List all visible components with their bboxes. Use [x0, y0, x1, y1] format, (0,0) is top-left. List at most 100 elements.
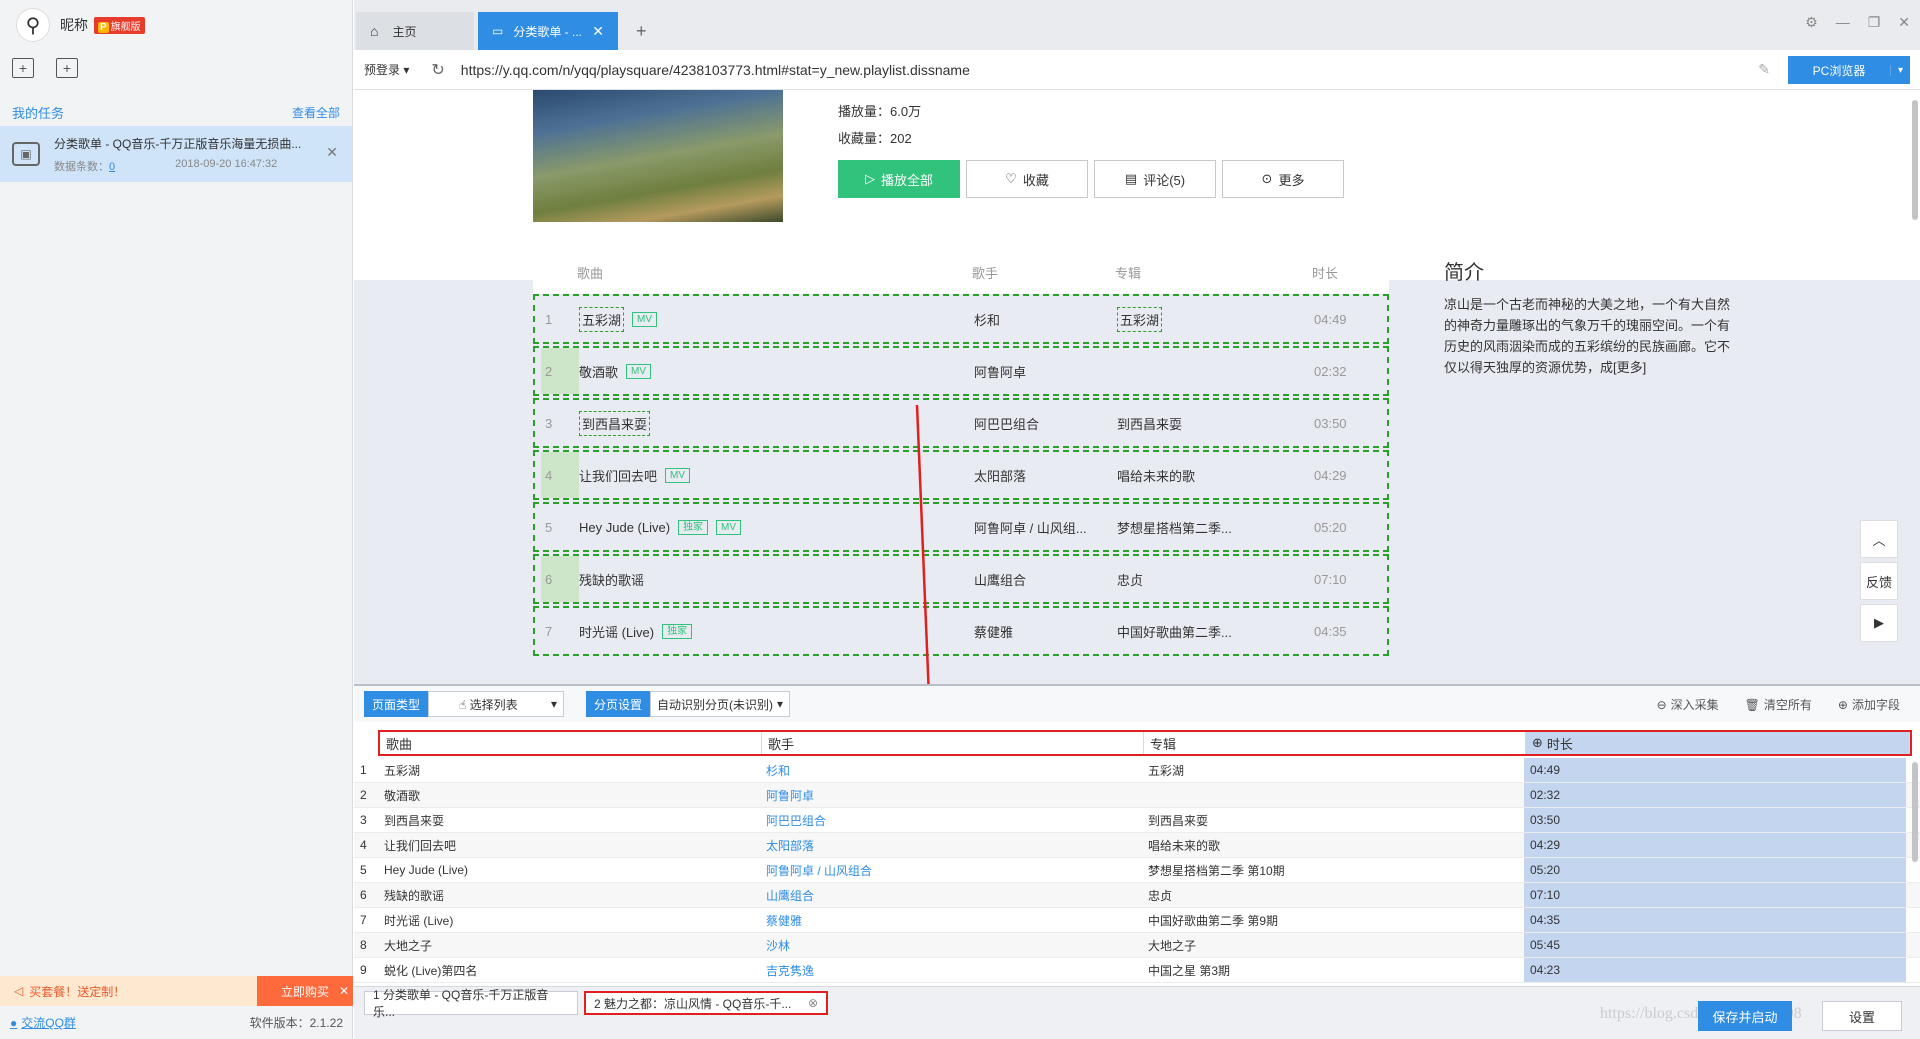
new-folder-icon[interactable]: + [56, 58, 78, 78]
back-to-top-icon[interactable]: ︿ [1860, 520, 1898, 558]
task-item[interactable]: ▣ 分类歌单 - QQ音乐-千万正版音乐海量无损曲... 数据条数：0 2018… [0, 126, 352, 182]
song-album-text[interactable]: 五彩湖 [1117, 306, 1163, 332]
table-row[interactable]: 4 让我们回去吧 太阳部落 唱给未来的歌 04:29 [354, 833, 1920, 858]
grid-cell-singer[interactable]: 吉克隽逸 [760, 958, 1142, 982]
song-row[interactable]: 1 五彩湖 MV 杉和 五彩湖 04:49 [533, 294, 1389, 344]
song-tag[interactable]: 独家 [662, 623, 693, 639]
song-name[interactable]: 五彩湖 [579, 306, 625, 332]
grid-cell-singer[interactable]: 沙林 [760, 933, 1142, 957]
table-row[interactable]: 8 大地之子 沙林 大地之子 05:45 [354, 933, 1920, 958]
table-row[interactable]: 6 残缺的歌谣 山鹰组合 忠贞 07:10 [354, 883, 1920, 908]
view-all-link[interactable]: 查看全部 [292, 104, 340, 121]
grid-cell-singer[interactable]: 蔡健雅 [760, 908, 1142, 932]
song-row[interactable]: 4 让我们回去吧 MV 太阳部落 唱给未来的歌 04:29 [533, 450, 1389, 500]
song-name[interactable]: 残缺的歌谣 [579, 570, 644, 589]
grid-col-album[interactable]: 专辑 [1144, 732, 1526, 754]
close-window-icon[interactable]: ✕ [1898, 14, 1910, 31]
grid-col-duration[interactable]: ⊕ 时长 [1526, 732, 1910, 754]
chevron-down-icon[interactable]: ▾ [1890, 64, 1910, 76]
reload-icon[interactable]: ↻ [431, 60, 444, 80]
song-tag[interactable]: 独家 [678, 519, 709, 535]
tab-home[interactable]: ⌂ 主页 [356, 12, 474, 50]
clear-all-button[interactable]: 🗑 清空所有 [1745, 696, 1812, 713]
task-name[interactable]: 分类歌单 - QQ音乐-千万正版音乐海量无损曲... [54, 135, 304, 152]
song-album-text[interactable]: 唱给未来的歌 [1117, 466, 1195, 485]
grid-col-singer[interactable]: 歌手 [762, 732, 1144, 754]
play-box-icon[interactable]: ▶ [1860, 604, 1898, 642]
pc-browser-button[interactable]: PC浏览器 ▾ [1788, 56, 1910, 84]
song-singer[interactable]: 蔡健雅 [974, 608, 1013, 654]
deep-collect-button[interactable]: ⊖ 深入采集 [1657, 696, 1719, 713]
song-row[interactable]: 3 到西昌来耍 阿巴巴组合 到西昌来耍 03:50 [533, 398, 1389, 448]
feedback-button[interactable]: 反馈 [1860, 562, 1898, 600]
song-tag[interactable]: MV [716, 519, 742, 535]
song-album-text[interactable]: 忠贞 [1117, 570, 1143, 589]
restore-icon[interactable]: ❐ [1868, 14, 1881, 31]
new-tab-button[interactable]: + [622, 12, 652, 50]
grid-cell-singer[interactable]: 阿鲁阿卓 [760, 783, 1142, 807]
song-name[interactable]: 到西昌来耍 [579, 410, 651, 436]
add-field-button[interactable]: ⊕ 添加字段 [1838, 696, 1900, 713]
save-and-start-button[interactable]: 保存并启动 [1698, 1001, 1792, 1031]
song-album-text[interactable]: 梦想星搭档第二季... [1117, 518, 1232, 537]
song-singer[interactable]: 阿巴巴组合 [974, 400, 1039, 446]
close-icon[interactable]: ✕ [326, 144, 338, 161]
grid-cell-singer[interactable]: 太阳部落 [760, 833, 1142, 857]
table-row[interactable]: 7 时光谣 (Live) 蔡健雅 中国好歌曲第二季 第9期 04:35 [354, 908, 1920, 933]
close-icon[interactable]: ✕ [339, 984, 349, 998]
table-row[interactable]: 9 蜕化 (Live)第四名 吉克隽逸 中国之星 第3期 04:23 [354, 958, 1920, 983]
play-all-button[interactable]: ▷ 播放全部 [838, 160, 960, 198]
page-scrollbar[interactable] [1912, 100, 1918, 220]
new-task-icon[interactable]: + [12, 58, 34, 78]
minimize-icon[interactable]: — [1836, 14, 1850, 31]
song-album-text[interactable]: 中国好歌曲第二季... [1117, 622, 1232, 641]
table-row[interactable]: 1 五彩湖 杉和 五彩湖 04:49 [354, 758, 1920, 783]
song-name[interactable]: 让我们回去吧 [579, 466, 657, 485]
nickname[interactable]: 昵称 [60, 15, 88, 35]
song-singer[interactable]: 山鹰组合 [974, 556, 1026, 602]
grid-cell-singer[interactable]: 阿鲁阿卓 / 山风组合 [760, 858, 1142, 882]
settings-button[interactable]: 设置 [1822, 1001, 1902, 1031]
more-button[interactable]: ⊙ 更多 [1222, 160, 1344, 198]
song-singer[interactable]: 阿鲁阿卓 [974, 348, 1026, 394]
song-tag[interactable]: MV [632, 311, 658, 327]
grid-col-song[interactable]: 歌曲 [380, 732, 762, 754]
song-row[interactable]: 6 残缺的歌谣 山鹰组合 忠贞 07:10 [533, 554, 1389, 604]
page-tab-1[interactable]: 1 分类歌单 - QQ音乐-千万正版音乐... [364, 988, 578, 1019]
song-album-text[interactable]: 到西昌来耍 [1117, 414, 1182, 433]
song-row[interactable]: 7 时光谣 (Live) 独家 蔡健雅 中国好歌曲第二季... 04:35 [533, 606, 1389, 656]
song-tag[interactable]: MV [626, 363, 652, 379]
task-count-value[interactable]: 0 [109, 161, 115, 173]
settings-gear-icon[interactable]: ⚙ [1805, 14, 1818, 31]
edit-icon[interactable]: ✎ [1758, 61, 1770, 78]
page-tab-2[interactable]: 2 魅力之都：凉山风情 - QQ音乐-千... ⊗ [584, 991, 828, 1015]
song-row[interactable]: 5 Hey Jude (Live) 独家 MV 阿鲁阿卓 / 山风组... 梦想星搭档第二… [533, 502, 1389, 552]
grid-cell-singer[interactable]: 阿巴巴组合 [760, 808, 1142, 832]
comment-button[interactable]: ▤ 评论(5) [1094, 160, 1216, 198]
close-icon[interactable]: ✕ [592, 23, 604, 40]
song-singer[interactable]: 阿鲁阿卓 / 山风组... [974, 504, 1087, 550]
page-type-select[interactable]: ☝ 选择列表 ▾ [428, 691, 565, 717]
song-row[interactable]: 2 敬酒歌 MV 阿鲁阿卓 02:32 [533, 346, 1389, 396]
tab-active[interactable]: ▭ 分类歌单 - ... ✕ [478, 12, 618, 50]
close-icon[interactable]: ⊗ [808, 996, 818, 1010]
song-singer[interactable]: 太阳部落 [974, 452, 1026, 498]
song-name[interactable]: Hey Jude (Live) [579, 520, 670, 535]
paging-select[interactable]: 自动识别分页(未识别) ▾ [650, 691, 791, 717]
table-row[interactable]: 2 敬酒歌 阿鲁阿卓 02:32 [354, 783, 1920, 808]
grid-cell-singer[interactable]: 山鹰组合 [760, 883, 1142, 907]
table-row[interactable]: 3 到西昌来耍 阿巴巴组合 到西昌来耍 03:50 [354, 808, 1920, 833]
song-singer[interactable]: 杉和 [974, 296, 1000, 342]
song-name[interactable]: 敬酒歌 [579, 362, 618, 381]
grid-scrollbar[interactable] [1912, 762, 1918, 862]
favorite-button[interactable]: ♡ 收藏 [966, 160, 1088, 198]
table-row[interactable]: 5 Hey Jude (Live) 阿鲁阿卓 / 山风组合 梦想星搭档第二季 第10期… [354, 858, 1920, 883]
prelogin-dropdown[interactable]: 预登录 ▾ [364, 61, 409, 78]
grid-cell-singer[interactable]: 杉和 [760, 758, 1142, 782]
avatar[interactable]: ⚲ [16, 8, 50, 42]
song-tag[interactable]: MV [665, 467, 691, 483]
qq-group-link[interactable]: ● 交流QQ群 [10, 1014, 76, 1031]
song-name[interactable]: 时光谣 (Live) [579, 622, 654, 641]
buy-now-button[interactable]: 立即购买 ✕ [257, 976, 353, 1006]
url-input[interactable]: https://y.qq.com/n/yqq/playsquare/423810… [461, 62, 970, 78]
